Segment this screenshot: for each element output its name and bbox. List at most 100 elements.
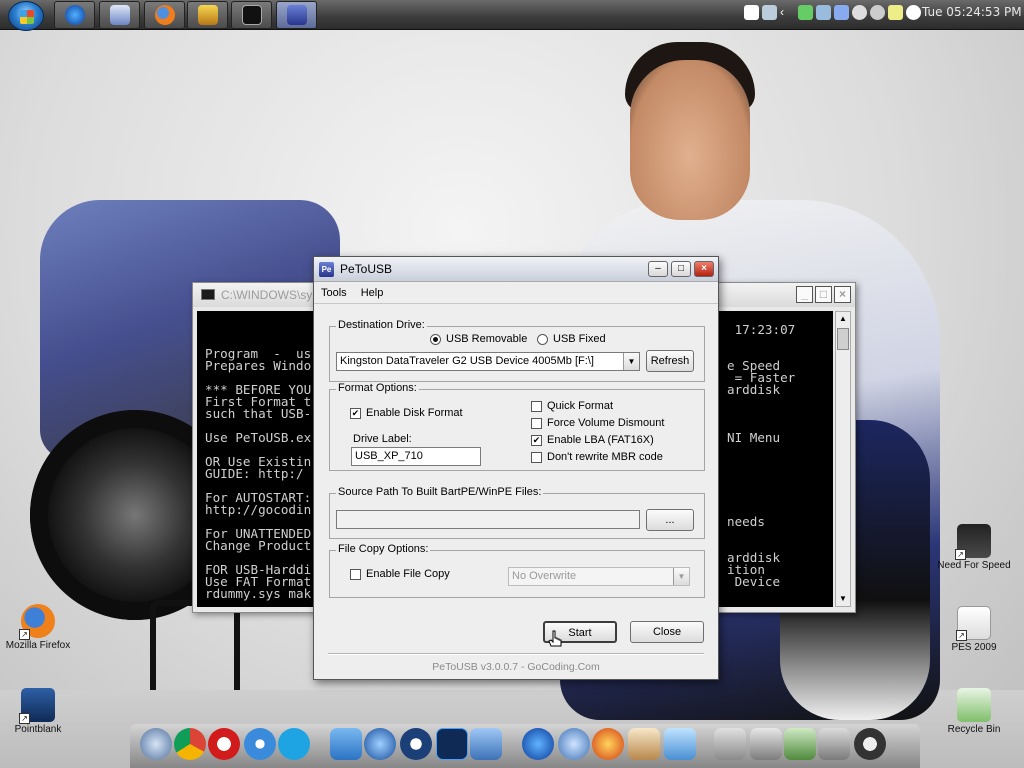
dock-photoshop-icon[interactable] <box>436 728 468 760</box>
enable-disk-format-label: Enable Disk Format <box>366 407 463 419</box>
menu-tools[interactable]: Tools <box>314 287 354 299</box>
destination-group: Destination Drive: USB Removable USB Fix… <box>329 319 705 382</box>
taskbar-monitor-button[interactable] <box>99 1 140 29</box>
start-button[interactable] <box>8 1 44 31</box>
checkmark-icon: ✔ <box>531 434 542 446</box>
format-options-group: Format Options: ✔ Enable Disk Format Dri… <box>329 382 705 471</box>
desktop-icon-pointblank[interactable]: ↗ Pointblank <box>1 688 75 735</box>
drive-label-field[interactable]: USB_XP_710 <box>351 447 481 466</box>
dock-chrome-icon[interactable] <box>174 728 206 760</box>
dock-games-icon[interactable] <box>784 728 816 760</box>
usb-fixed-label: USB Fixed <box>553 333 606 345</box>
desktop-icon-need-for-speed[interactable]: ↗ Need For Speed <box>937 524 1011 571</box>
force-volume-dismount-checkbox[interactable]: Force Volume Dismount <box>531 417 664 429</box>
antivirus-icon[interactable] <box>888 5 903 20</box>
overwrite-select[interactable]: No Overwrite ▼ <box>508 567 690 586</box>
checkbox-empty-icon <box>531 451 542 463</box>
wallpaper-stand <box>150 600 240 690</box>
dock-computer-icon[interactable] <box>470 728 502 760</box>
refresh-button[interactable]: Refresh <box>646 350 694 372</box>
dock-printer-icon[interactable] <box>750 728 782 760</box>
radio-selected-icon <box>430 333 441 345</box>
usb-removable-radio[interactable]: USB Removable <box>430 333 527 345</box>
version-footer: PeToUSB v3.0.0.7 - GoCoding.Com <box>432 661 600 673</box>
usb-fixed-radio[interactable]: USB Fixed <box>537 333 606 345</box>
taskbar-tools-button[interactable] <box>187 1 228 29</box>
taskbar-globe-button[interactable] <box>54 1 95 29</box>
hand-cursor-icon <box>548 630 562 647</box>
dock-safari-icon[interactable] <box>244 728 276 760</box>
network-tray-icon[interactable] <box>762 5 777 20</box>
checkmark-icon: ✔ <box>350 407 361 419</box>
messenger-icon[interactable] <box>852 5 867 20</box>
taskbar: ‹ Tue 05:24:53 PM <box>0 0 1024 31</box>
cmd-icon <box>201 289 215 300</box>
volume-icon[interactable] <box>870 5 885 20</box>
dock-internet-icon[interactable] <box>522 728 554 760</box>
menu-help[interactable]: Help <box>354 287 391 299</box>
checkbox-empty-icon <box>350 568 361 580</box>
firefox-icon: ↗ <box>19 604 55 640</box>
taskbar-firefox-button[interactable] <box>144 1 185 29</box>
console-scrollbar[interactable]: ▲ ▼ <box>835 311 851 607</box>
dock-trash-icon[interactable] <box>818 728 850 760</box>
close-button[interactable]: × <box>694 261 714 277</box>
network-icon[interactable] <box>834 5 849 20</box>
dock-itunes-icon[interactable] <box>330 728 362 760</box>
petousb-dialog[interactable]: Pe PeToUSB – □ × Tools Help Destination … <box>313 256 719 680</box>
minimize-button[interactable]: – <box>648 261 668 277</box>
close-button[interactable]: × <box>834 286 851 303</box>
desktop-icon-firefox[interactable]: ↗ Mozilla Firefox <box>1 604 75 651</box>
enable-lba-checkbox[interactable]: ✔ Enable LBA (FAT16X) <box>531 434 654 446</box>
globe-icon <box>64 5 85 25</box>
petousb-icon <box>286 5 307 25</box>
console-text-right: 17:23:07 e Speed = Faster arddisk NI Men… <box>727 322 796 589</box>
dock-calendar-icon[interactable] <box>714 728 746 760</box>
minimize-button[interactable]: _ <box>796 286 813 303</box>
dock-media-player-icon[interactable] <box>364 728 396 760</box>
source-path-field[interactable] <box>336 510 640 529</box>
clock[interactable]: Tue 05:24:53 PM <box>922 5 1022 19</box>
usb-icon[interactable] <box>816 5 831 20</box>
chevron-down-icon[interactable]: ▼ <box>673 568 689 585</box>
dialog-titlebar[interactable]: Pe PeToUSB – □ × <box>314 257 718 282</box>
enable-file-copy-label: Enable File Copy <box>366 568 450 580</box>
chevron-down-icon[interactable]: ▼ <box>623 353 639 370</box>
skype-tray-icon[interactable] <box>906 5 921 20</box>
tools-icon <box>197 5 218 25</box>
overwrite-select-value: No Overwrite <box>512 570 577 582</box>
enable-disk-format-checkbox[interactable]: ✔ Enable Disk Format <box>350 407 463 419</box>
enable-file-copy-checkbox[interactable]: Enable File Copy <box>350 568 450 580</box>
file-copy-group: File Copy Options: Enable File Copy No O… <box>329 543 705 598</box>
close-dialog-button[interactable]: Close <box>630 621 704 643</box>
quick-format-checkbox[interactable]: Quick Format <box>531 400 613 412</box>
taskbar-cmd-button[interactable] <box>231 1 272 29</box>
dock-burn-icon[interactable] <box>592 728 624 760</box>
format-options-label: Format Options: <box>336 382 419 394</box>
scroll-thumb[interactable] <box>837 328 849 350</box>
dock-power-icon[interactable] <box>854 728 886 760</box>
scroll-up-icon[interactable]: ▲ <box>836 312 850 326</box>
maximize-button[interactable]: □ <box>815 286 832 303</box>
taskbar-petousb-button[interactable] <box>276 1 317 29</box>
scroll-down-icon[interactable]: ▼ <box>836 592 850 606</box>
shield-icon[interactable] <box>798 5 813 20</box>
chevron-left-icon[interactable]: ‹ <box>780 5 795 20</box>
dock-home-icon[interactable] <box>628 728 660 760</box>
dock-users-icon[interactable] <box>664 728 696 760</box>
browse-button[interactable]: ... <box>646 509 694 531</box>
dock-network-icon[interactable] <box>558 728 590 760</box>
dock-opera-icon[interactable] <box>208 728 240 760</box>
drive-select[interactable]: Kingston DataTraveler G2 USB Device 4005… <box>336 352 640 371</box>
firefox-icon <box>154 5 175 25</box>
dock-skype-icon[interactable] <box>278 728 310 760</box>
dock-globe-icon[interactable] <box>140 728 172 760</box>
desktop-icon-recycle-bin[interactable]: Recycle Bin <box>937 688 1011 735</box>
dont-rewrite-mbr-checkbox[interactable]: Don't rewrite MBR code <box>531 451 663 463</box>
radio-empty-icon <box>537 333 548 345</box>
desktop-icon-pes[interactable]: ↗ PES 2009 <box>937 606 1011 653</box>
maximize-button[interactable]: □ <box>671 261 691 277</box>
dock-player-icon[interactable] <box>400 728 432 760</box>
source-path-label: Source Path To Built BartPE/WinPE Files: <box>336 486 544 498</box>
help-icon[interactable] <box>744 5 759 20</box>
